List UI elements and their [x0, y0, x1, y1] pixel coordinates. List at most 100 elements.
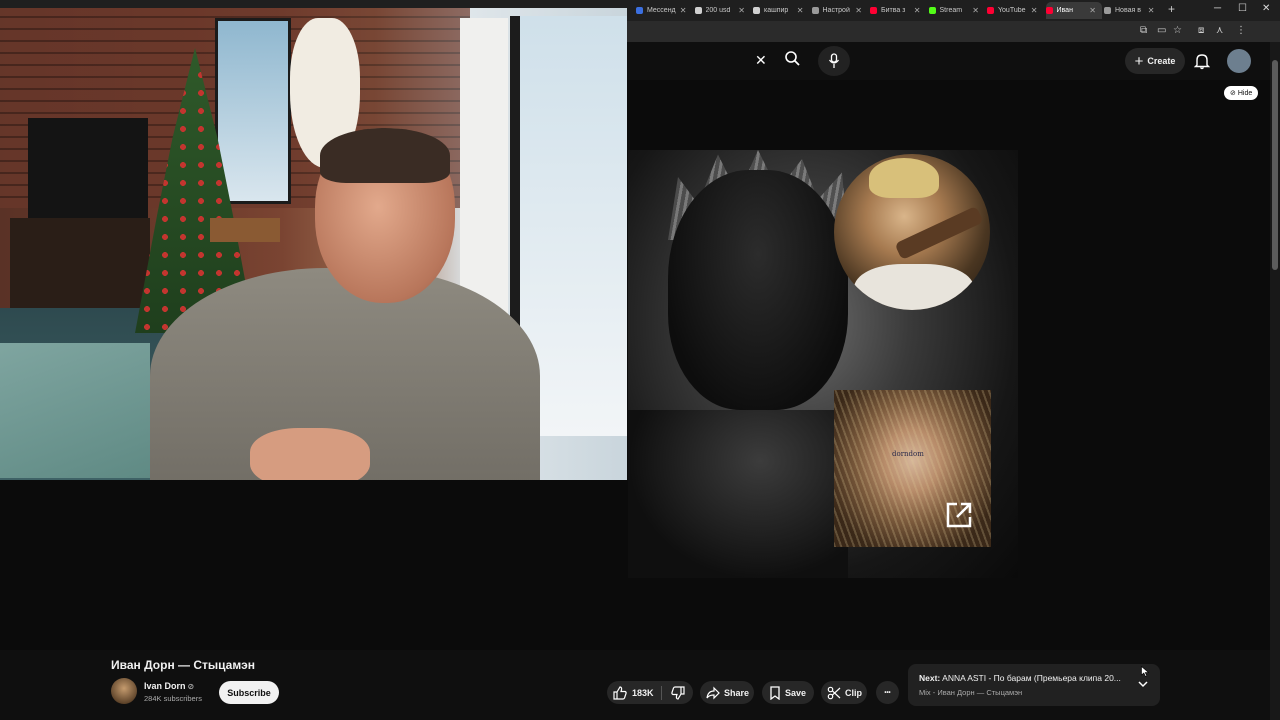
photo-shirt — [854, 264, 974, 310]
tab-favicon-icon — [636, 7, 643, 14]
browser-tab[interactable]: Stream ✕ — [928, 2, 986, 19]
tab-favicon-icon — [694, 7, 702, 14]
browser-tab[interactable]: YouTube ✕ — [987, 2, 1044, 19]
tab-label: Иван — [1056, 7, 1073, 14]
browser-tab[interactable]: Мессенд ✕ — [636, 2, 693, 19]
browser-tab[interactable]: Иван ✕ — [1045, 2, 1102, 19]
tab-favicon-icon — [1045, 7, 1053, 14]
webcam-overlay — [0, 8, 627, 480]
verified-icon: ⊘ — [187, 682, 195, 691]
photo-hair — [869, 158, 939, 198]
tab-close-icon[interactable]: ✕ — [680, 6, 693, 15]
video-frame[interactable]: dorndom — [628, 150, 1018, 578]
like-button[interactable]: 183K — [607, 681, 661, 704]
cast-icon[interactable]: ▭ — [1157, 25, 1166, 36]
browser-tab[interactable]: кашпир ✕ — [753, 2, 810, 19]
circle-photo — [834, 154, 990, 310]
tab-favicon-icon — [987, 7, 994, 14]
subscribe-button[interactable]: Subscribe — [219, 681, 279, 704]
next-prefix: Next: — [919, 673, 941, 683]
chevron-down-icon[interactable] — [1137, 678, 1149, 690]
tab-label: Мессенд — [647, 7, 676, 14]
close-window-icon[interactable]: ✕ — [1262, 3, 1270, 14]
bell-icon[interactable] — [1194, 52, 1210, 70]
channel-name[interactable]: Ivan Dorn ⊘ — [144, 681, 194, 691]
bookmark-star-icon[interactable]: ☆ — [1173, 25, 1182, 36]
tab-close-icon[interactable]: ✕ — [738, 6, 751, 15]
tv-screen — [28, 118, 148, 218]
hide-label: Hide — [1237, 89, 1253, 97]
share-button[interactable]: Share — [700, 681, 754, 704]
tab-label: Новая в — [1115, 7, 1141, 14]
browser-tab[interactable]: Битва з ✕ — [870, 2, 927, 19]
browser-tab[interactable]: 200 usd ✕ — [694, 2, 752, 19]
share-label: Share — [724, 687, 750, 698]
video-silhouette — [668, 170, 848, 410]
tab-label: YouTube — [998, 7, 1026, 14]
create-button[interactable]: + Create — [1125, 48, 1185, 74]
subscriber-count: 284K subscribers — [144, 694, 202, 703]
tab-label: Битва з — [881, 7, 906, 14]
streamer-hand — [250, 428, 370, 480]
next-video-subtitle: Mix - Иван Дорн — Стыцамэн — [919, 688, 1023, 697]
next-video-title[interactable]: Next: ANNA ASTI - По барам (Премьера кли… — [919, 673, 1129, 683]
bookmark-icon — [770, 685, 780, 700]
tab-favicon-icon — [753, 7, 760, 14]
tattoo-photo: dorndom — [834, 390, 991, 547]
account-avatar[interactable] — [1227, 49, 1251, 73]
photo-wrench — [894, 205, 984, 261]
create-label: Create — [1147, 56, 1176, 66]
save-button[interactable]: Save — [762, 681, 814, 704]
save-label: Save — [785, 687, 807, 698]
video-title: Иван Дорн — Стыцамэн — [111, 658, 255, 672]
plus-icon: + — [1134, 52, 1144, 70]
share-arrow-icon — [706, 686, 720, 699]
next-title-text: ANNA ASTI - По барам (Премьера клипа 20.… — [942, 673, 1121, 683]
maximize-icon[interactable]: ☐ — [1238, 3, 1247, 14]
scrollbar-thumb[interactable] — [1272, 60, 1278, 270]
tab-label: кашпир — [764, 7, 789, 14]
hide-eye-icon: ⊘ — [1230, 90, 1236, 97]
tab-label: Stream — [939, 7, 963, 14]
browser-menu-icon[interactable]: ⋮ — [1236, 25, 1246, 36]
tab-close-icon[interactable]: ✕ — [972, 6, 985, 15]
tab-close-icon[interactable]: ✕ — [855, 6, 868, 15]
external-link-icon[interactable] — [944, 500, 974, 530]
search-icon[interactable] — [784, 50, 800, 68]
extensions-icon[interactable]: ⧈ — [1198, 25, 1204, 36]
tab-label: 200 usd — [705, 7, 731, 14]
channel-name-text[interactable]: Ivan Dorn — [144, 681, 186, 691]
scissors-icon — [827, 686, 841, 699]
next-video-card[interactable]: Next: ANNA ASTI - По барам (Премьера кли… — [908, 664, 1160, 706]
minimize-icon[interactable]: ─ — [1214, 3, 1221, 14]
tab-close-icon[interactable]: ✕ — [1089, 6, 1102, 15]
hide-button[interactable]: ⊘ Hide — [1224, 86, 1259, 100]
rug — [0, 343, 150, 478]
tab-close-icon[interactable]: ✕ — [914, 6, 927, 15]
streamer-hair — [320, 128, 450, 183]
profile-icon[interactable]: ⋏ — [1216, 25, 1223, 36]
like-count: 183K — [632, 687, 654, 698]
dislike-button[interactable] — [662, 681, 693, 704]
tab-close-icon[interactable]: ✕ — [797, 6, 810, 15]
browser-tab[interactable]: Новая в ✕ — [1104, 2, 1161, 19]
clip-label: Clip — [845, 687, 862, 698]
browser-tab[interactable]: Настрой ✕ — [811, 2, 869, 19]
new-tab-button[interactable]: + — [1168, 2, 1175, 16]
tv-cabinet — [10, 218, 150, 308]
tab-favicon-icon — [870, 7, 877, 14]
close-icon[interactable]: ✕ — [755, 52, 767, 69]
mic-icon — [828, 53, 840, 68]
voice-search-button[interactable] — [818, 46, 850, 76]
tab-close-icon[interactable]: ✕ — [1031, 6, 1044, 15]
tab-close-icon[interactable]: ✕ — [1148, 6, 1161, 15]
thumb-up-icon — [613, 685, 627, 700]
video-shoulders — [628, 410, 848, 578]
streamer — [150, 128, 540, 480]
more-actions-button[interactable]: ••• — [876, 681, 899, 704]
channel-avatar[interactable] — [111, 678, 137, 704]
open-external-icon[interactable]: ⧉ — [1140, 25, 1147, 36]
clip-button[interactable]: Clip — [821, 681, 867, 704]
like-dislike-group: 183K — [607, 681, 693, 704]
mouse-cursor-icon — [1141, 666, 1149, 677]
